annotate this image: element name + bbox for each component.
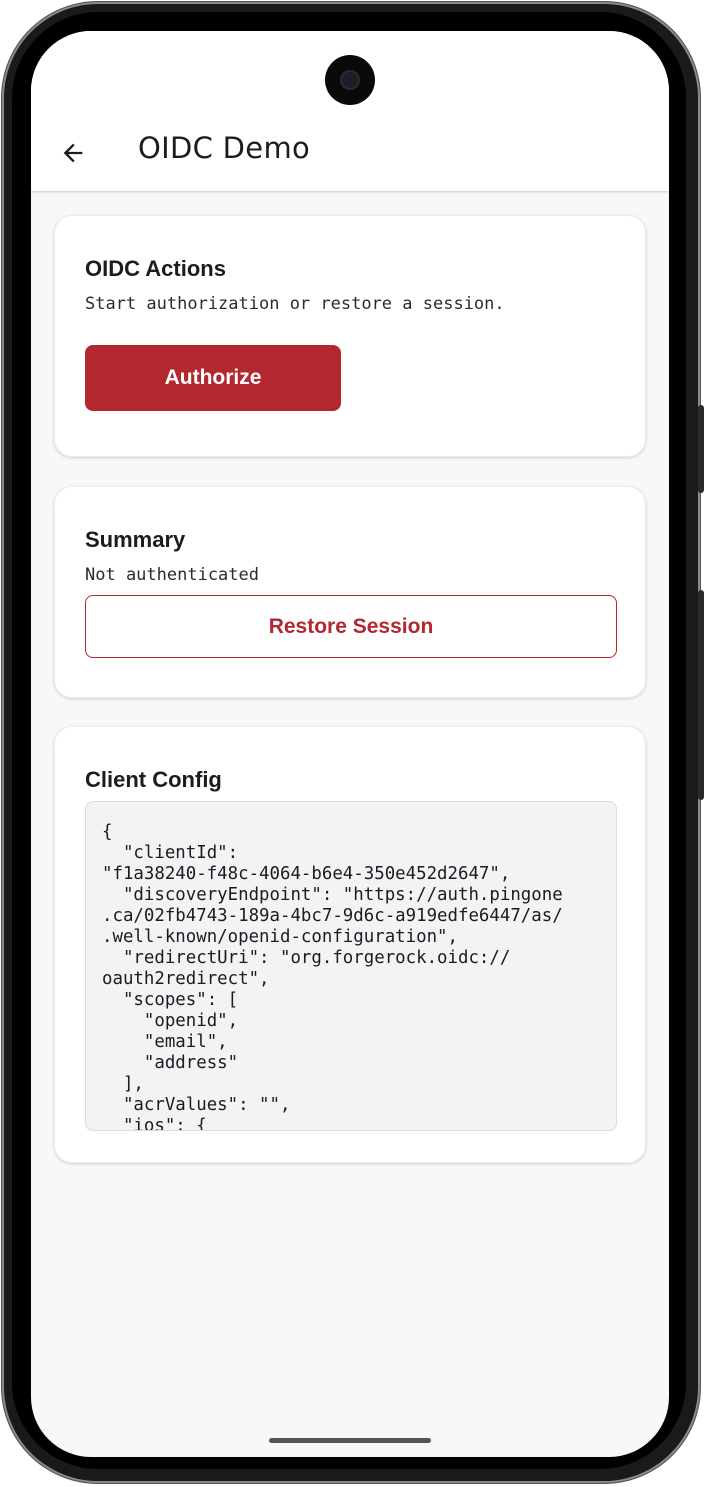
card-title: Summary	[85, 527, 186, 552]
power-button	[698, 405, 704, 493]
oidc-actions-card: OIDC Actions Start authorization or rest…	[54, 215, 646, 457]
card-title: Client Config	[85, 767, 222, 792]
summary-card: Summary Not authenticated Restore Sessio…	[54, 486, 646, 698]
config-json-text: { "clientId": "f1a38240-f48c-4064-b6e4-3…	[102, 822, 563, 1131]
home-indicator[interactable]	[269, 1438, 431, 1443]
page-title: OIDC Demo	[138, 131, 311, 165]
front-camera	[325, 55, 375, 105]
volume-button	[698, 590, 704, 800]
app-screen: OIDC Demo OIDC Actions Start authorizati…	[31, 31, 669, 1457]
card-subtitle: Start authorization or restore a session…	[85, 294, 505, 314]
config-code-block[interactable]: { "clientId": "f1a38240-f48c-4064-b6e4-3…	[85, 801, 617, 1131]
arrow-left-icon	[63, 143, 83, 163]
restore-session-button[interactable]: Restore Session	[85, 595, 617, 658]
back-button[interactable]	[53, 133, 93, 173]
authorize-button[interactable]: Authorize	[85, 345, 341, 411]
client-config-card: Client Config { "clientId": "f1a38240-f4…	[54, 726, 646, 1163]
card-title: OIDC Actions	[85, 256, 226, 281]
auth-status: Not authenticated	[85, 565, 259, 585]
